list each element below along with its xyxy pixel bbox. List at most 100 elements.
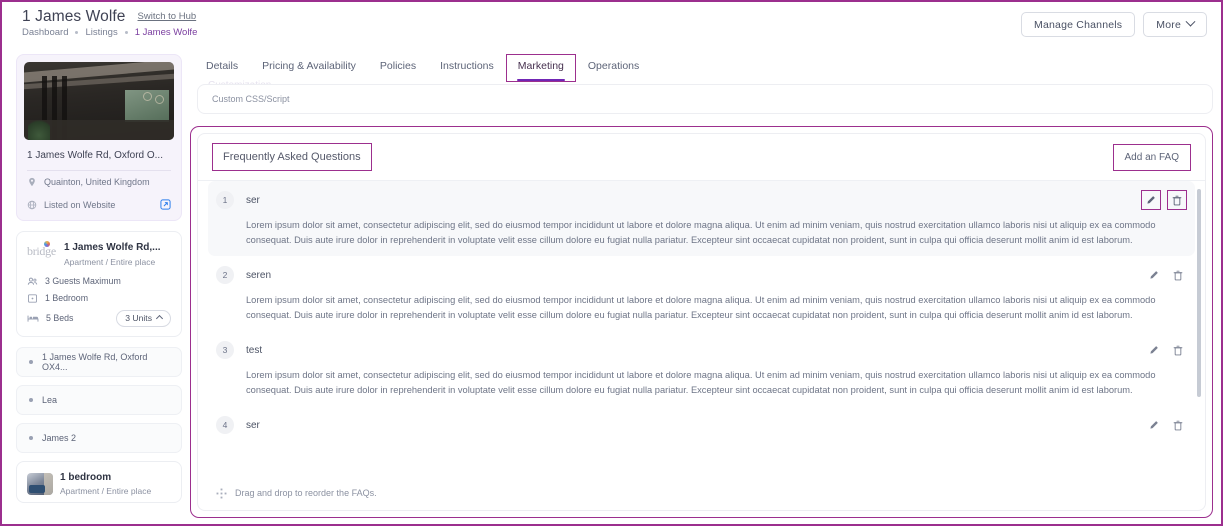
other-listing-subtitle: Apartment / Entire place xyxy=(60,486,152,496)
faq-item-row: 2 seren xyxy=(216,264,1187,286)
property-location-row: Quainton, United Kingdom xyxy=(17,171,181,193)
listing-card[interactable]: bridge 1 James Wolfe Rd,... Apartment / … xyxy=(16,231,182,337)
faq-item-number: 3 xyxy=(216,341,234,360)
unit-item-label: Lea xyxy=(42,394,58,405)
faq-item[interactable]: 1 ser Lorem ipsum dolor sit amet, consec… xyxy=(208,181,1195,257)
tab-policies[interactable]: Policies xyxy=(368,54,428,82)
bedroom-icon xyxy=(27,293,38,304)
custom-css-label: Custom CSS/Script xyxy=(212,94,290,104)
faq-item-row: 4 ser xyxy=(216,414,1187,436)
tab-label: Policies xyxy=(379,60,417,72)
unit-item-label: James 2 xyxy=(42,432,77,443)
faq-card: Frequently Asked Questions Add an FAQ 1 … xyxy=(197,133,1206,511)
delete-icon[interactable] xyxy=(1169,266,1187,284)
faq-item-body: Lorem ipsum dolor sit amet, consectetur … xyxy=(246,370,1156,396)
delete-icon[interactable] xyxy=(1169,416,1187,434)
faq-item-body: Lorem ipsum dolor sit amet, consectetur … xyxy=(246,220,1156,246)
breadcrumb-item-listings[interactable]: Listings xyxy=(85,27,117,38)
faq-scroll-area[interactable]: 1 ser Lorem ipsum dolor sit amet, consec… xyxy=(198,181,1205,476)
reorder-hint-label: Drag and drop to reorder the FAQs. xyxy=(235,488,377,498)
bed-icon xyxy=(27,313,39,324)
property-summary-card: 1 James Wolfe Rd, Oxford O... Quainton, … xyxy=(16,54,182,221)
faq-section-highlight: Frequently Asked Questions Add an FAQ 1 … xyxy=(190,126,1213,518)
faq-list-scrollbar[interactable] xyxy=(1197,189,1201,397)
external-link-icon[interactable] xyxy=(160,199,171,210)
add-faq-button[interactable]: Add an FAQ xyxy=(1112,143,1191,171)
tab-label: Details xyxy=(206,60,239,72)
tab-pricing-availability[interactable]: Pricing & Availability xyxy=(250,54,368,82)
edit-icon[interactable] xyxy=(1145,266,1163,284)
guests-icon xyxy=(27,276,38,287)
delete-icon[interactable] xyxy=(1169,341,1187,359)
tab-instructions[interactable]: Instructions xyxy=(428,54,506,82)
other-listing-thumbnail xyxy=(27,472,53,495)
faq-item-question: ser xyxy=(246,194,260,206)
tab-label: Pricing & Availability xyxy=(262,60,356,72)
bridge-logo-icon: bridge xyxy=(27,241,57,259)
page-title: 1 James Wolfe xyxy=(22,8,126,25)
tab-label: Operations xyxy=(587,60,640,72)
custom-css-panel[interactable]: Custom CSS/Script xyxy=(197,84,1213,114)
sidebar: 1 James Wolfe Rd, Oxford O... Quainton, … xyxy=(16,54,182,513)
faq-list: 1 ser Lorem ipsum dolor sit amet, consec… xyxy=(198,181,1205,476)
faq-item[interactable]: 4 ser xyxy=(198,406,1205,442)
switch-to-hub-link[interactable]: Switch to Hub xyxy=(138,11,197,22)
tab-label: Instructions xyxy=(440,60,494,72)
listing-spec-guests: 3 Guests Maximum xyxy=(17,273,181,290)
faq-item-number: 2 xyxy=(216,266,234,285)
tab-operations[interactable]: Operations xyxy=(576,54,651,82)
property-listed-row: Listed on Website xyxy=(17,193,181,220)
manage-channels-button[interactable]: Manage Channels xyxy=(1021,12,1136,37)
other-listing-card[interactable]: 1 bedroom Apartment / Entire place xyxy=(16,460,182,503)
unit-item-0[interactable]: 1 James Wolfe Rd, Oxford OX4... xyxy=(16,346,182,377)
breadcrumb-separator xyxy=(124,31,128,34)
unit-item-2[interactable]: James 2 xyxy=(16,422,182,453)
property-photo-wrap xyxy=(17,55,181,140)
active-tab-indicator xyxy=(516,78,565,81)
edit-icon[interactable] xyxy=(1141,190,1161,210)
faq-item-actions xyxy=(1145,266,1187,284)
main-content: Details Pricing & Availability Policies … xyxy=(190,54,1213,518)
faq-item[interactable]: 2 seren Lorem ipsum dolor sit amet, cons… xyxy=(198,256,1205,331)
bullet-icon xyxy=(29,359,33,364)
listing-spec-bedrooms-label: 1 Bedroom xyxy=(45,293,89,303)
unit-item-1[interactable]: Lea xyxy=(16,384,182,415)
tab-marketing[interactable]: Marketing xyxy=(505,54,576,82)
drag-handle-icon xyxy=(216,488,227,499)
chevron-down-icon xyxy=(1185,16,1196,27)
property-photo xyxy=(24,62,174,140)
listing-card-text: 1 James Wolfe Rd,... Apartment / Entire … xyxy=(64,242,161,267)
tab-bar: Details Pricing & Availability Policies … xyxy=(190,54,1213,82)
listing-spec-beds-label: 5 Beds xyxy=(46,313,74,323)
other-listing-text: 1 bedroom Apartment / Entire place xyxy=(60,472,151,497)
faq-item-row: 1 ser xyxy=(216,189,1187,211)
faq-item-actions xyxy=(1145,341,1187,359)
more-button[interactable]: More xyxy=(1143,12,1207,37)
units-toggle[interactable]: 3 Units xyxy=(116,309,171,327)
title-row: 1 James Wolfe Switch to Hub xyxy=(22,8,196,26)
bullet-icon xyxy=(29,397,33,402)
faq-item[interactable]: 3 test Lorem ipsum dolor sit amet, conse… xyxy=(198,331,1205,406)
faq-item-number: 4 xyxy=(216,416,234,435)
other-listing-header: 1 bedroom Apartment / Entire place xyxy=(17,462,181,503)
breadcrumb-item-dashboard[interactable]: Dashboard xyxy=(22,27,68,38)
faq-header: Frequently Asked Questions Add an FAQ xyxy=(198,134,1205,180)
listing-spec-bedrooms: 1 Bedroom xyxy=(17,290,181,307)
tab-label: Marketing xyxy=(517,60,564,72)
listing-spec-guests-label: 3 Guests Maximum xyxy=(45,276,121,286)
edit-icon[interactable] xyxy=(1145,341,1163,359)
other-listing-title: 1 bedroom xyxy=(60,471,112,483)
faq-item-number: 1 xyxy=(216,191,234,209)
faq-footer: Drag and drop to reorder the FAQs. xyxy=(198,476,1205,510)
listing-spec-beds: 5 Beds 3 Units xyxy=(17,307,181,336)
listing-card-header: bridge 1 James Wolfe Rd,... Apartment / … xyxy=(17,232,181,273)
breadcrumb: Dashboard Listings 1 James Wolfe xyxy=(22,27,197,38)
faq-section-title: Frequently Asked Questions xyxy=(212,143,372,171)
delete-icon[interactable] xyxy=(1167,190,1187,210)
faq-item-body: Lorem ipsum dolor sit amet, consectetur … xyxy=(246,295,1156,321)
listing-subtitle: Apartment / Entire place xyxy=(64,256,156,267)
globe-icon xyxy=(27,200,37,210)
map-pin-icon xyxy=(27,177,37,187)
tab-details[interactable]: Details xyxy=(194,54,250,82)
edit-icon[interactable] xyxy=(1145,416,1163,434)
